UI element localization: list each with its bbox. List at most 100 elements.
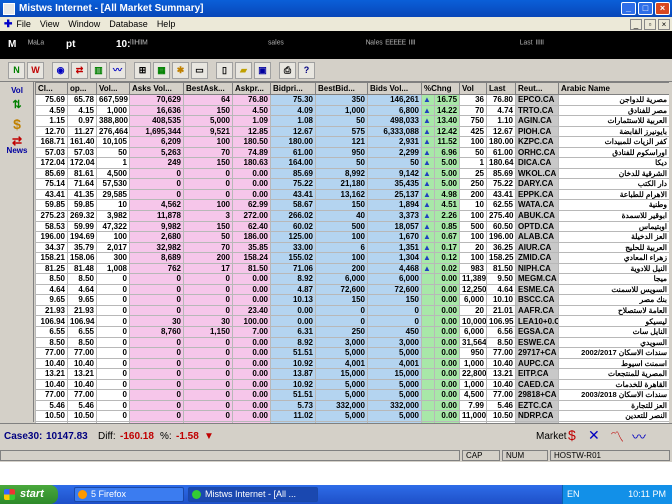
cell-open: 9.65 xyxy=(67,294,97,306)
taskbar-firefox[interactable]: 5 Firefox xyxy=(74,487,184,502)
col-open[interactable]: op... xyxy=(67,82,97,95)
market-trend-icon[interactable]: 〽 xyxy=(610,427,624,447)
start-label: start xyxy=(20,488,44,500)
print-icon[interactable]: ⎙ xyxy=(279,61,296,79)
table-row[interactable]: 34.37 35.79 2,017 32,982 70 35.85 33.00 6 1,351 ▲… xyxy=(35,241,669,254)
market-chart-icon[interactable]: ✕ xyxy=(588,427,600,444)
minimize-button[interactable]: _ xyxy=(621,2,636,15)
menu-view[interactable]: View xyxy=(40,19,59,29)
col-vol[interactable]: Vol xyxy=(459,82,487,95)
language-indicator[interactable]: EN xyxy=(567,489,580,499)
col-ask-price[interactable]: Askpr... xyxy=(232,82,271,95)
money-icon[interactable]: $ xyxy=(4,116,30,132)
sort-arrows-icon[interactable]: ⇅ xyxy=(4,98,30,111)
table-row[interactable]: 21.93 21.93 0 0 0 23.40 0.00 0 0 0.00 20 21.01 AAFR.… xyxy=(35,304,669,317)
maximize-button[interactable]: □ xyxy=(638,2,653,15)
menu-database[interactable]: Database xyxy=(109,19,148,29)
table-row[interactable]: 4.59 4.15 1,000 16,636 150 4.50 4.09 1,000 6,800… xyxy=(35,104,669,117)
bars-tool-icon[interactable]: ▥ xyxy=(90,61,107,79)
cell-open: 269.32 xyxy=(67,210,97,222)
menu-file[interactable]: File xyxy=(16,19,31,29)
table-row[interactable]: 57.03 57.03 50 5,263 70 74.89 61.00 950 2,299 ▲ 6.… xyxy=(35,146,669,159)
table-row[interactable]: 4.64 4.64 0 0 0 0.00 4.87 72,600 72,600 0.00 12,25… xyxy=(35,283,669,296)
table-row[interactable]: 13.21 13.21 0 0 0 0.00 13.87 15,000 15,000 0.00 22… xyxy=(35,368,669,380)
col-arabic-name[interactable]: Arabic Name xyxy=(558,82,669,95)
chart-tool-icon[interactable]: ◉ xyxy=(52,61,69,79)
cell-reuters-code: AGIN.CA xyxy=(515,115,559,127)
cell-open: 11.27 xyxy=(67,125,97,138)
ticker-blur: ˡˡᴵᴴˡᴵᴹ xyxy=(130,39,148,50)
table-row[interactable]: 10.50 10.50 0 0 0 0.00 11.02 5,000 5,000 0.00 11,0… xyxy=(35,410,669,422)
table-row[interactable]: 196.00 194.69 100 2,680 50 186.00 125.00 100 1,6… xyxy=(35,231,669,243)
table-row[interactable]: 10.40 10.40 0 0 0 0.00 10.92 4,001 4,001 0.00 1,00… xyxy=(35,357,669,370)
document-icon[interactable]: ✚ xyxy=(4,19,12,30)
sidebar-vol[interactable]: Vol xyxy=(4,86,30,95)
col-bids-volume[interactable]: Bids Vol... xyxy=(367,82,422,95)
table-row[interactable]: 77.00 77.00 0 0 0 0.00 51.51 5,000 5,000 0.00 4,50… xyxy=(35,389,669,401)
col-reuters[interactable]: Reut... xyxy=(515,82,559,95)
cell-bids-volume: 498,033 xyxy=(367,115,422,127)
table-row[interactable]: 77.00 77.00 0 0 0 0.00 51.51 5,000 5,000 0.00 950 7… xyxy=(35,347,669,359)
n-tool-button[interactable]: N xyxy=(8,61,25,79)
save-icon[interactable]: ▣ xyxy=(254,61,271,79)
up-arrow-icon xyxy=(421,410,435,422)
col-close[interactable]: Cl... xyxy=(35,82,68,95)
table-row[interactable]: 12.70 11.27 276,464 1,695,344 9,521 12.85 12.6… xyxy=(35,125,669,138)
table-row[interactable]: 158.21 158.06 300 8,689 200 158.24 155.02 100 1,… xyxy=(35,252,669,264)
table-row[interactable]: 6.55 6.55 0 8,760 1,150 7.00 6.31 250 450 0.00 6,0… xyxy=(35,326,669,338)
col-best-bid[interactable]: BestBid... xyxy=(315,82,368,95)
table-row[interactable]: 59.85 59.85 10 4,562 100 62.99 58.67 150 1,894 ▲ 4… xyxy=(35,199,669,211)
star-tool-icon[interactable]: ✱ xyxy=(172,61,189,79)
cell-asks-volume: 32,982 xyxy=(129,241,184,254)
cell-bids-volume: 72,600 xyxy=(367,283,422,296)
col-volume[interactable]: Vol... xyxy=(96,82,130,95)
table-row[interactable]: 8.50 8.50 0 0 0 0.00 8.92 6,000 6,000 0.00 11,389 9… xyxy=(35,273,669,285)
table-row[interactable]: 58.53 59.99 47,322 9,982 150 62.40 60.02 500 18,… xyxy=(35,220,669,233)
close-button[interactable]: × xyxy=(655,2,670,15)
table-row[interactable]: 9.65 9.65 0 0 0 0.00 10.13 150 150 0.00 6,000 10.10… xyxy=(35,294,669,306)
table-row[interactable]: 1.15 0.97 388,800 408,535 5,000 1.09 1.08 50 498… xyxy=(35,115,669,127)
cell-reuters-code: NDRP.CA xyxy=(515,410,559,422)
cell-pct-change: 4.98 xyxy=(434,188,460,201)
cell-asks-volume: 0 xyxy=(129,378,184,391)
table-row[interactable]: 106.94 106.94 0 30 30 100.00 0.00 0 0 0.00 10,000 1… xyxy=(35,315,669,328)
cell-volume: 10 xyxy=(96,199,130,211)
market-dollar-icon[interactable]: $ xyxy=(568,427,576,443)
table-row[interactable]: 43.41 41.35 29,585 0 0 0.00 43.41 13,162 25,137 ▲… xyxy=(35,188,669,201)
line-tool-icon[interactable]: 〰 xyxy=(109,61,126,79)
mdi-restore-button[interactable]: ▫ xyxy=(644,18,656,30)
menu-help[interactable]: Help xyxy=(157,19,176,29)
cell-reuters-code: DARY.CA xyxy=(515,178,559,190)
col-last[interactable]: Last xyxy=(486,82,516,95)
table-row[interactable]: 75.14 71.64 57,530 0 0 0.00 75.22 21,180 35,435 ▲… xyxy=(35,178,669,190)
table-row[interactable]: 168.71 161.40 10,105 6,209 100 180.50 180.00 12… xyxy=(35,136,669,148)
mdi-minimize-button[interactable]: _ xyxy=(630,18,642,30)
table-row[interactable]: 172.04 172.04 1 249 150 180.63 164.00 50 50 ▲ 5.00… xyxy=(35,157,669,169)
market-line-icon[interactable]: 〰 xyxy=(632,427,646,447)
new-document-icon[interactable]: ▯ xyxy=(216,61,233,79)
col-pct-change[interactable]: %Chng xyxy=(421,82,460,95)
table-row[interactable]: 81.25 81.48 1,008 762 17 81.50 71.06 200 4,468 ▲ 0… xyxy=(35,262,669,275)
table-row[interactable]: 10.40 10.40 0 0 0 0.00 10.92 5,000 5,000 0.00 1,00… xyxy=(35,378,669,391)
w-tool-button[interactable]: W xyxy=(27,61,44,79)
col-bid-price[interactable]: Bidpri... xyxy=(270,82,316,95)
menu-window[interactable]: Window xyxy=(68,19,100,29)
open-folder-icon[interactable]: ▰ xyxy=(235,61,252,79)
table-tool-icon[interactable]: ▦ xyxy=(153,61,170,79)
table-row[interactable]: 85.69 81.61 4,500 0 0 0.00 85.69 8,992 9,142 ▲ 5.0… xyxy=(35,167,669,180)
cell-last: 180.00 xyxy=(486,136,516,148)
table-row[interactable]: 5.46 5.46 0 0 0 0.00 5.73 332,000 332,000 0.00 7.9… xyxy=(35,399,669,412)
arrow-tool-icon[interactable]: ⇄ xyxy=(71,61,88,79)
start-button[interactable]: start xyxy=(0,485,58,504)
taskbar-app[interactable]: Mistws Internet - [All ... xyxy=(188,487,318,502)
table-row[interactable]: 8.50 8.50 0 0 0 0.00 8.92 3,000 3,000 0.00 31,564 8… xyxy=(35,336,669,349)
mdi-close-button[interactable]: × xyxy=(658,18,670,30)
col-asks-volume[interactable]: Asks Vol... xyxy=(129,82,184,95)
table-row[interactable]: 275.23 269.32 3,982 11,878 3 272.00 266.02 40 3,… xyxy=(35,210,669,222)
col-best-ask[interactable]: BestAsk... xyxy=(183,82,233,95)
sidebar-news[interactable]: News xyxy=(4,146,30,155)
grid-tool-icon[interactable]: ⊞ xyxy=(134,61,151,79)
help-icon[interactable]: ? xyxy=(298,61,315,79)
table-row[interactable]: 75.69 65.78 667,599 70,629 64 76.80 75.30 350 14… xyxy=(35,94,669,106)
window-tool-icon[interactable]: ▭ xyxy=(191,61,208,79)
